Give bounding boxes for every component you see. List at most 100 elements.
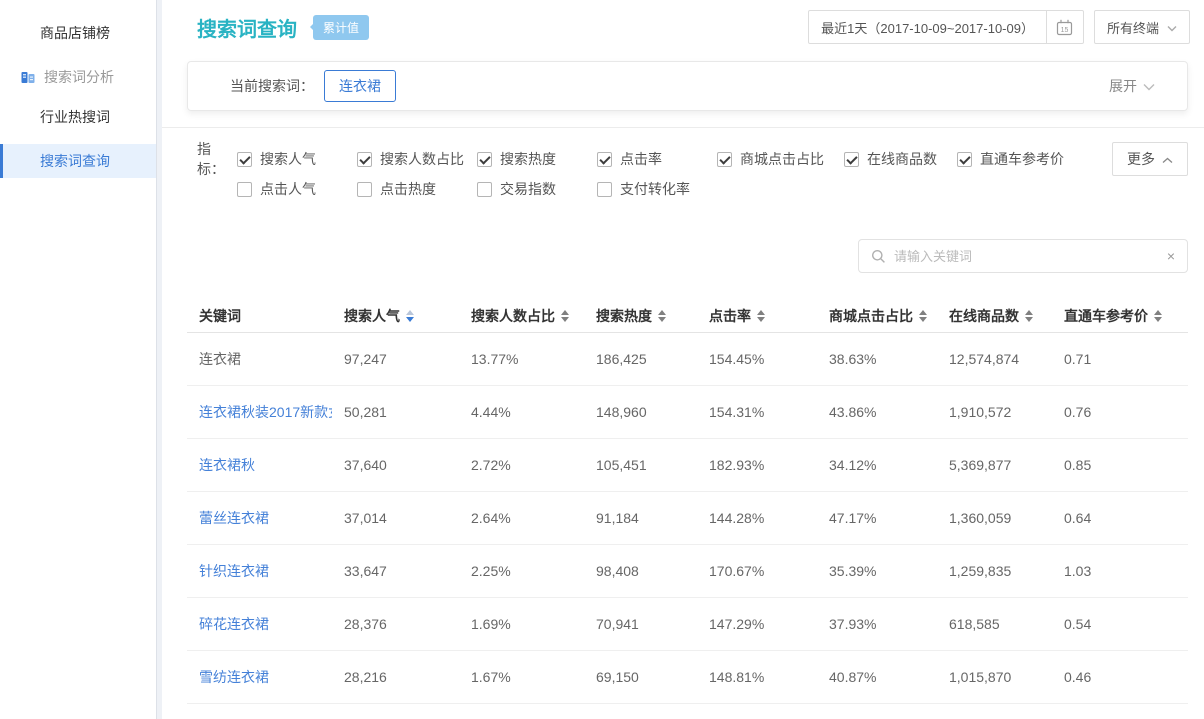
indicator-checkbox-item[interactable]: 搜索人气 bbox=[237, 149, 357, 169]
search-term-chip[interactable]: 连衣裙 bbox=[324, 70, 396, 102]
table-row: 雪纺连衣裙28,2161.67%69,150148.81%40.87%1,015… bbox=[187, 651, 1188, 704]
value-cell: 182.93% bbox=[697, 457, 817, 473]
indicator-checkbox-item[interactable]: 商城点击占比 bbox=[717, 149, 844, 169]
table-row: 碎花连衣裙28,3761.69%70,941147.29%37.93%618,5… bbox=[187, 598, 1188, 651]
checkbox-unchecked-icon[interactable] bbox=[237, 182, 252, 197]
table-row: 连衣裙97,24713.77%186,425154.45%38.63%12,57… bbox=[187, 333, 1188, 386]
checkbox-label: 点击热度 bbox=[380, 179, 436, 199]
checkbox-unchecked-icon[interactable] bbox=[357, 182, 372, 197]
indicator-checkbox-item[interactable]: 直通车参考价 bbox=[957, 149, 1064, 169]
keyword-link[interactable]: 连衣裙秋 bbox=[199, 457, 255, 473]
column-header[interactable]: 搜索人数占比 bbox=[459, 306, 584, 326]
keyword-link[interactable]: 针织连衣裙 bbox=[199, 563, 269, 579]
column-header[interactable]: 搜索热度 bbox=[584, 306, 697, 326]
column-header[interactable]: 商城点击占比 bbox=[817, 306, 937, 326]
sidebar-item-search-word-query[interactable]: 搜索词查询 bbox=[0, 144, 156, 178]
keyword-cell: 连衣裙 bbox=[187, 349, 332, 369]
keyword-search-input[interactable] bbox=[894, 249, 1155, 264]
table-body: 连衣裙97,24713.77%186,425154.45%38.63%12,57… bbox=[187, 333, 1188, 704]
column-header[interactable]: 直通车参考价 bbox=[1052, 306, 1187, 326]
checkbox-checked-icon[interactable] bbox=[957, 152, 972, 167]
checkbox-checked-icon[interactable] bbox=[237, 152, 252, 167]
indicator-checkbox-item[interactable]: 交易指数 bbox=[477, 179, 597, 199]
sort-icon[interactable] bbox=[757, 310, 765, 322]
keyword-link[interactable]: 碎花连衣裙 bbox=[199, 616, 269, 632]
keyword-search-box[interactable]: × bbox=[858, 239, 1188, 273]
checkbox-checked-icon[interactable] bbox=[597, 152, 612, 167]
value-cell: 2.72% bbox=[459, 457, 584, 473]
value-cell: 43.86% bbox=[817, 404, 937, 420]
search-icon bbox=[871, 249, 886, 264]
sidebar-group-search-word-analysis[interactable]: 搜索词分析 bbox=[0, 60, 156, 94]
keyword-link[interactable]: 蕾丝连衣裙 bbox=[199, 510, 269, 526]
column-header[interactable]: 搜索人气 bbox=[332, 306, 459, 326]
sidebar-item-product-shop-rank[interactable]: 商品店铺榜 bbox=[0, 16, 156, 50]
checkbox-checked-icon[interactable] bbox=[844, 152, 859, 167]
column-header[interactable]: 点击率 bbox=[697, 306, 817, 326]
keyword-cell: 连衣裙秋 bbox=[187, 455, 332, 475]
value-cell: 2.64% bbox=[459, 510, 584, 526]
checkbox-checked-icon[interactable] bbox=[357, 152, 372, 167]
column-header: 关键词 bbox=[187, 306, 332, 326]
indicator-checkbox-item[interactable]: 点击率 bbox=[597, 149, 717, 169]
checkbox-unchecked-icon[interactable] bbox=[477, 182, 492, 197]
keyword-cell: 连衣裙秋装2017新款女 bbox=[187, 402, 332, 422]
date-range-text[interactable]: 最近1天（2017-10-09~2017-10-09） bbox=[809, 18, 1046, 37]
value-cell: 37,014 bbox=[332, 510, 459, 526]
indicator-checkbox-item[interactable]: 支付转化率 bbox=[597, 179, 717, 199]
column-label: 点击率 bbox=[709, 306, 751, 326]
sort-icon[interactable] bbox=[1154, 310, 1162, 322]
keyword-link[interactable]: 连衣裙秋装2017新款女 bbox=[199, 404, 332, 420]
sort-desc-arrow bbox=[757, 317, 765, 322]
value-cell: 170.67% bbox=[697, 563, 817, 579]
calendar-icon[interactable]: 15 bbox=[1047, 18, 1083, 37]
column-label: 关键词 bbox=[199, 306, 241, 326]
more-label: 更多 bbox=[1127, 149, 1155, 169]
indicators-label: 指标： bbox=[197, 139, 237, 179]
value-cell: 70,941 bbox=[584, 616, 697, 632]
value-cell: 1,259,835 bbox=[937, 563, 1052, 579]
sort-asc-arrow bbox=[919, 310, 927, 315]
terminal-selector[interactable]: 所有终端 bbox=[1094, 10, 1190, 44]
sidebar-item-industry-hot-words[interactable]: 行业热搜词 bbox=[0, 100, 156, 134]
indicator-checkbox-item[interactable]: 点击热度 bbox=[357, 179, 477, 199]
value-cell: 28,376 bbox=[332, 616, 459, 632]
date-range-picker[interactable]: 最近1天（2017-10-09~2017-10-09） 15 bbox=[808, 10, 1084, 44]
expand-button[interactable]: 展开 bbox=[1109, 76, 1155, 96]
table-row: 连衣裙秋37,6402.72%105,451182.93%34.12%5,369… bbox=[187, 439, 1188, 492]
indicator-checkbox-item[interactable]: 搜索热度 bbox=[477, 149, 597, 169]
sort-desc-arrow bbox=[1025, 317, 1033, 322]
checkbox-checked-icon[interactable] bbox=[477, 152, 492, 167]
indicator-checkbox-item[interactable]: 搜索人数占比 bbox=[357, 149, 477, 169]
value-cell: 37.93% bbox=[817, 616, 937, 632]
indicator-filter-section: 指标： 搜索人气搜索人数占比搜索热度点击率 商城点击占比在线商品数直通车参考价 点… bbox=[162, 128, 1204, 200]
checkbox-label: 商城点击占比 bbox=[740, 149, 824, 169]
sort-asc-arrow bbox=[1154, 310, 1162, 315]
value-cell: 105,451 bbox=[584, 457, 697, 473]
chevron-down-icon bbox=[1167, 20, 1177, 35]
sidebar-group-label: 搜索词分析 bbox=[44, 60, 114, 94]
keyword-link[interactable]: 雪纺连衣裙 bbox=[199, 669, 269, 685]
svg-text:15: 15 bbox=[1061, 27, 1069, 34]
more-button[interactable]: 更多 bbox=[1112, 142, 1188, 176]
clear-icon[interactable]: × bbox=[1167, 249, 1175, 263]
sort-asc-arrow bbox=[406, 310, 414, 315]
sort-icon[interactable] bbox=[406, 310, 414, 322]
indicator-checkbox-item[interactable]: 在线商品数 bbox=[844, 149, 957, 169]
column-header[interactable]: 在线商品数 bbox=[937, 306, 1052, 326]
indicator-checkbox-item[interactable]: 点击人气 bbox=[237, 179, 357, 199]
checkbox-label: 支付转化率 bbox=[620, 179, 690, 199]
keyword-cell: 蕾丝连衣裙 bbox=[187, 508, 332, 528]
sort-asc-arrow bbox=[757, 310, 765, 315]
value-cell: 618,585 bbox=[937, 616, 1052, 632]
chevron-down-icon bbox=[1143, 78, 1155, 94]
checkbox-checked-icon[interactable] bbox=[717, 152, 732, 167]
sort-icon[interactable] bbox=[561, 310, 569, 322]
sort-icon[interactable] bbox=[658, 310, 666, 322]
sort-icon[interactable] bbox=[1025, 310, 1033, 322]
column-label: 搜索热度 bbox=[596, 306, 652, 326]
value-cell: 148,960 bbox=[584, 404, 697, 420]
checkbox-unchecked-icon[interactable] bbox=[597, 182, 612, 197]
sort-icon[interactable] bbox=[919, 310, 927, 322]
sidebar: 商品店铺榜 搜索词分析 行业热搜词 搜索词查询 bbox=[0, 0, 157, 719]
